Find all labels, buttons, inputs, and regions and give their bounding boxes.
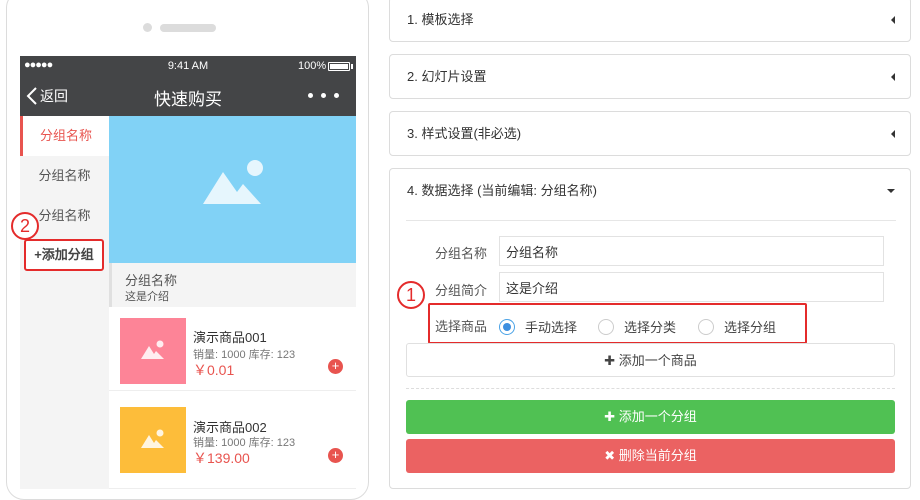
add-product-label: 添加一个商品 — [618, 353, 697, 368]
annotation-marker-1: 1 — [397, 281, 425, 309]
product-price: ￥0.01 — [193, 362, 235, 378]
radio-checked-icon — [499, 318, 515, 335]
group-name: 分组名称 — [125, 273, 178, 288]
panel-template-header[interactable]: 1. 模板选择 — [390, 0, 910, 42]
add-product-button[interactable]: ✚ 添加一个商品 — [406, 343, 895, 377]
radio-label: 选择分类 — [624, 320, 677, 335]
caret-left-icon — [891, 73, 895, 81]
group-sidebar: 分组名称 分组名称 分组名称 — [20, 116, 109, 489]
battery-tip — [351, 64, 353, 69]
add-to-cart-icon[interactable]: + — [328, 448, 343, 463]
product-card[interactable]: 演示商品001 销量: 1000 库存: 123 ￥0.01 + — [109, 307, 356, 391]
add-group-label: 添加一个分组 — [618, 409, 697, 424]
group-header: 分组名称 这是介绍 — [109, 263, 356, 307]
select-products-highlight: 选择商品 手动选择 选择分类 选择分组 — [428, 303, 807, 344]
more-dot-icon — [321, 93, 326, 98]
banner-image — [109, 116, 356, 263]
product-price: ￥139.00 — [193, 450, 250, 466]
group-intro-input[interactable] — [499, 272, 884, 302]
phone-speaker — [160, 24, 216, 32]
more-dot-icon — [308, 93, 313, 98]
delete-group-button[interactable]: ✖ 删除当前分组 — [406, 439, 895, 473]
plus-icon: ✚ — [604, 353, 619, 368]
panel-title: 3. 样式设置(非必选) — [407, 126, 522, 141]
annotation-marker-2: 2 — [11, 212, 39, 240]
battery-icon — [328, 62, 350, 71]
panel-style-header[interactable]: 3. 样式设置(非必选) — [390, 112, 910, 156]
image-placeholder-icon — [141, 340, 164, 359]
add-to-cart-icon[interactable]: + — [328, 359, 343, 374]
panel-slides-header[interactable]: 2. 幻灯片设置 — [390, 55, 910, 99]
sidebar-group-item[interactable]: 分组名称 — [20, 116, 109, 156]
image-placeholder-icon — [141, 429, 164, 448]
radio-group[interactable]: 选择分组 — [698, 317, 776, 336]
dashed-divider — [406, 388, 895, 389]
caret-down-icon — [887, 189, 895, 193]
status-bar: ●●●●● 9:41 AM 100% — [20, 56, 356, 76]
more-dot-icon — [334, 93, 339, 98]
phone-title: 快速购买 — [154, 90, 222, 109]
group-name-input[interactable] — [499, 236, 884, 266]
battery-percent: 100% — [298, 60, 327, 72]
panel-title: 1. 模板选择 — [407, 12, 474, 27]
add-group-button[interactable]: ✚ 添加一个分组 — [406, 400, 895, 434]
product-name: 演示商品001 — [193, 330, 267, 345]
sidebar-group-item[interactable]: 分组名称 — [20, 156, 109, 196]
product-thumbnail — [120, 407, 186, 473]
radio-unchecked-icon — [598, 318, 614, 335]
product-thumbnail — [120, 318, 186, 384]
radio-manual[interactable]: 手动选择 — [499, 317, 577, 336]
panel-style: 3. 样式设置(非必选) — [389, 111, 911, 156]
group-description: 这是介绍 — [125, 291, 169, 303]
close-icon: ✖ — [604, 448, 619, 463]
delete-group-label: 删除当前分组 — [618, 448, 697, 463]
caret-left-icon — [891, 130, 895, 138]
group-intro-label: 分组简介 — [435, 283, 488, 298]
group-name-label: 分组名称 — [435, 246, 488, 261]
more-button[interactable] — [308, 93, 339, 98]
add-group-link[interactable]: +添加分组 — [24, 239, 104, 271]
product-card[interactable]: 演示商品002 销量: 1000 库存: 123 ￥139.00 + — [109, 397, 356, 489]
panel-data-header[interactable]: 4. 数据选择 (当前编辑: 分组名称) — [390, 169, 910, 213]
radio-unchecked-icon — [698, 318, 714, 335]
panel-title: 4. 数据选择 (当前编辑: 分组名称) — [407, 183, 597, 198]
caret-left-icon — [891, 16, 895, 24]
panel-template: 1. 模板选择 — [389, 0, 911, 42]
radio-label: 选择分组 — [724, 320, 777, 335]
phone-camera — [143, 23, 152, 32]
plus-icon: ✚ — [604, 409, 619, 424]
panel-slides: 2. 幻灯片设置 — [389, 54, 911, 99]
phone-navbar: 返回 快速购买 — [20, 76, 356, 116]
image-placeholder-icon — [203, 160, 263, 204]
radio-category[interactable]: 选择分类 — [598, 317, 676, 336]
panel-title: 2. 幻灯片设置 — [407, 69, 487, 84]
select-products-label: 选择商品 — [435, 319, 488, 334]
radio-label: 手动选择 — [525, 320, 578, 335]
panel-divider — [406, 220, 896, 221]
